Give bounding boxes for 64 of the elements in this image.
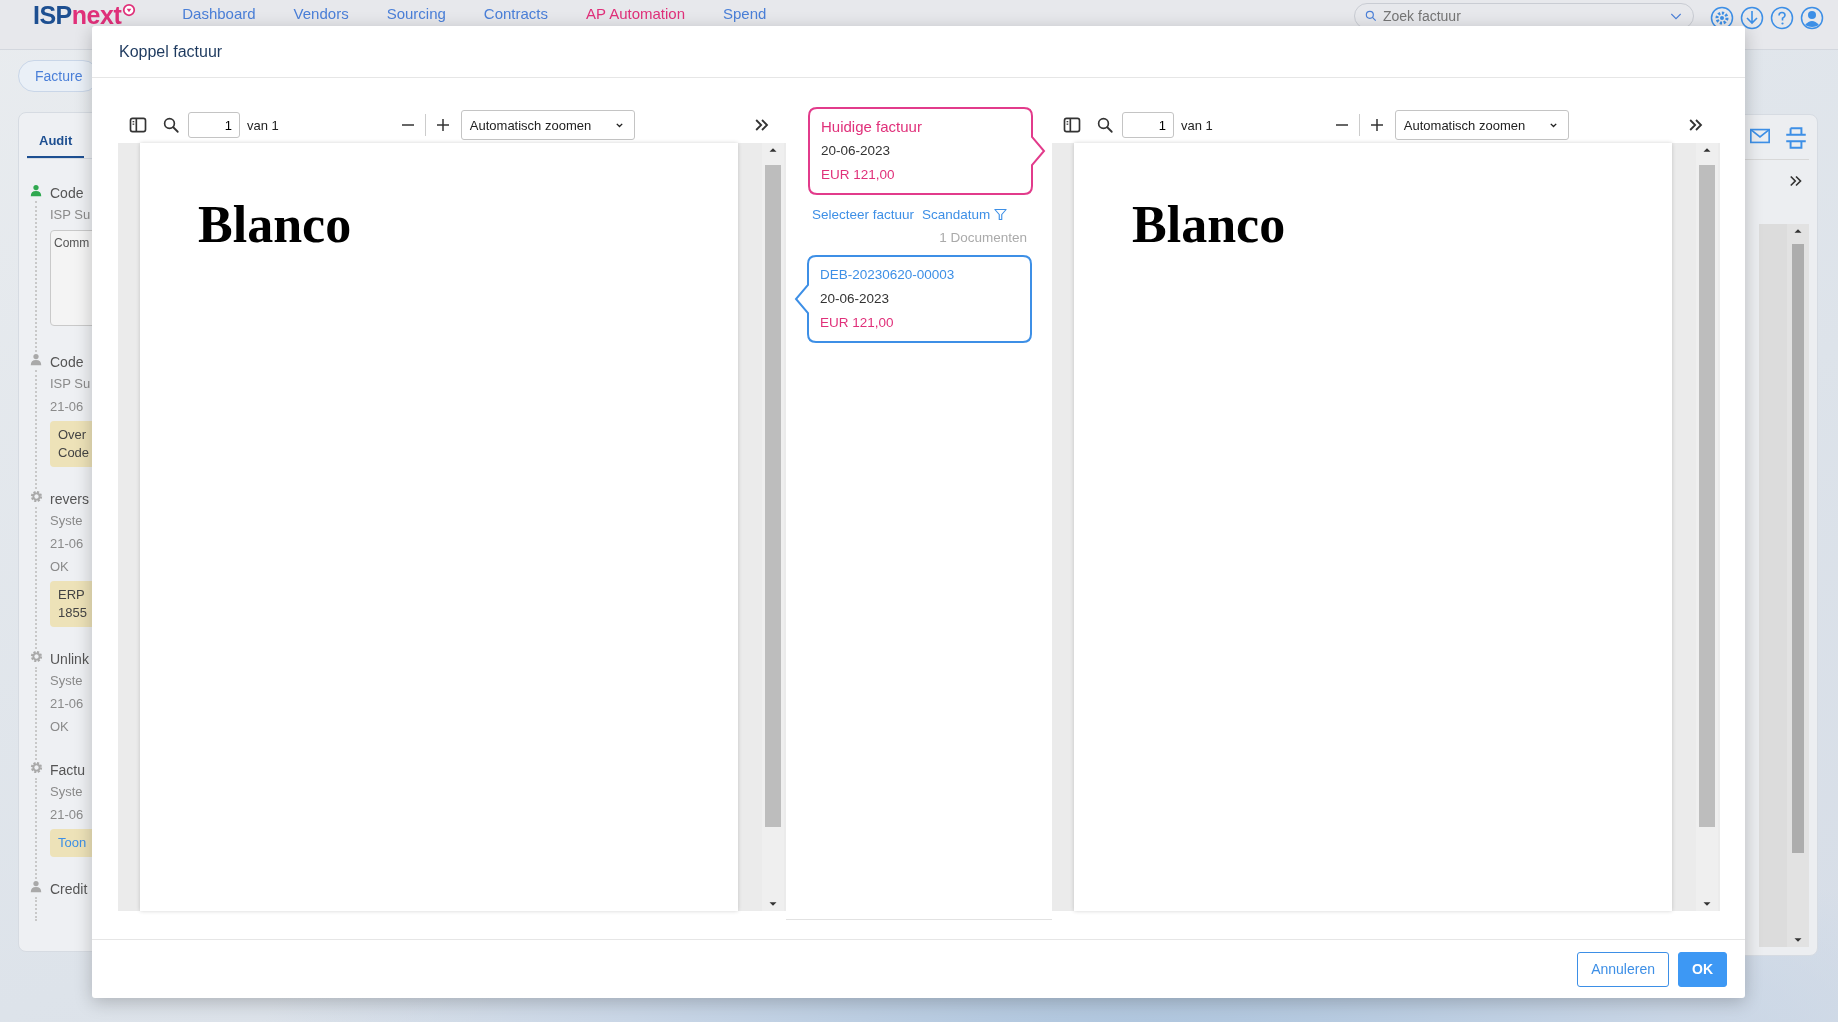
audit-entry-text: ISP Su [50,375,92,393]
page-count: van 1 [247,117,279,133]
cancel-button[interactable]: Annuleren [1577,951,1669,987]
ok-button[interactable]: OK [1678,951,1727,987]
nav-link[interactable]: Sourcing [386,5,446,22]
search-icon [1364,9,1378,23]
card-heading: Huidige factuur [821,118,923,136]
select-invoice-link[interactable]: Selecteer factuur [812,207,915,222]
user-avatar-icon[interactable] [1800,6,1824,30]
download-icon[interactable] [1740,6,1764,30]
scrollbar[interactable] [1787,224,1809,947]
audit-entry-text: OK [50,718,70,736]
note-text: 1855 [58,604,88,622]
audit-entry-title: Code [50,353,85,372]
audit-entry-title: revers [50,490,90,509]
document-count: 1 Documenten [939,230,1027,245]
sort-link[interactable]: Scandatum [922,207,991,222]
help-icon[interactable] [1770,6,1794,30]
sidebar-toggle-icon[interactable] [128,115,148,135]
note-text: Code [58,444,91,462]
dialog-title: Koppel factuur [119,42,223,61]
audit-entry-text: OK [50,558,70,576]
nav-link[interactable]: Vendors [293,5,349,22]
audit-tab[interactable]: Audit [27,133,85,158]
badge-icon [122,3,137,17]
audit-entry-text: 21-06 [50,535,85,553]
nav-link[interactable]: AP Automation [586,5,685,22]
search-icon[interactable] [1096,116,1114,134]
note-text: Over [58,426,88,444]
audit-entry-text: Syste [50,672,84,690]
printer-icon[interactable] [1783,125,1809,151]
document-text: Blanco [198,195,352,254]
filter-icon[interactable] [993,207,1009,222]
nav-link[interactable]: Spend [723,5,767,22]
zoom-select[interactable]: Automatisch zoomen [1394,110,1569,140]
audit-entry-text: Syste [50,512,84,530]
logo[interactable]: ISPnext [33,1,122,30]
page-count: van 1 [1181,117,1213,133]
audit-entry-text: 21-06 [50,806,85,824]
invoice-result-card[interactable]: DEB-20230620-00003 20-06-2023 EUR 121,00 [794,255,1032,343]
invoice-date: 20-06-2023 [821,142,892,160]
page-number-field[interactable]: 1 [188,112,240,138]
invoice-date: 20-06-2023 [820,290,891,308]
nav-link[interactable]: Dashboard [182,5,256,22]
zoom-select[interactable]: Automatisch zoomen [460,110,635,140]
invoice-amount: EUR 121,00 [820,314,895,332]
audit-entry-title: Code [50,184,85,203]
audit-entry-text: Syste [50,783,84,801]
invoice-amount: EUR 121,00 [821,166,896,184]
audit-entry-text: ISP Su [50,206,92,224]
invoice-number: DEB-20230620-00003 [820,266,956,284]
nav-link[interactable]: Contracts [483,5,549,22]
page-number-field[interactable]: 1 [1122,112,1174,138]
scrollbar[interactable] [1696,143,1718,911]
audit-entry-title: Factu [50,761,86,780]
scrollbar[interactable] [762,143,784,911]
audit-entry-title: Unlink [50,650,89,669]
audit-entry-text: 21-06 [50,398,85,416]
search-icon[interactable] [162,116,180,134]
sidebar-toggle-icon[interactable] [1062,115,1082,135]
note-text: ERP [58,586,86,604]
document-text: Blanco [1132,195,1286,254]
audit-entry-title: Credit [50,880,88,899]
audit-entry-text: 21-06 [50,695,85,713]
